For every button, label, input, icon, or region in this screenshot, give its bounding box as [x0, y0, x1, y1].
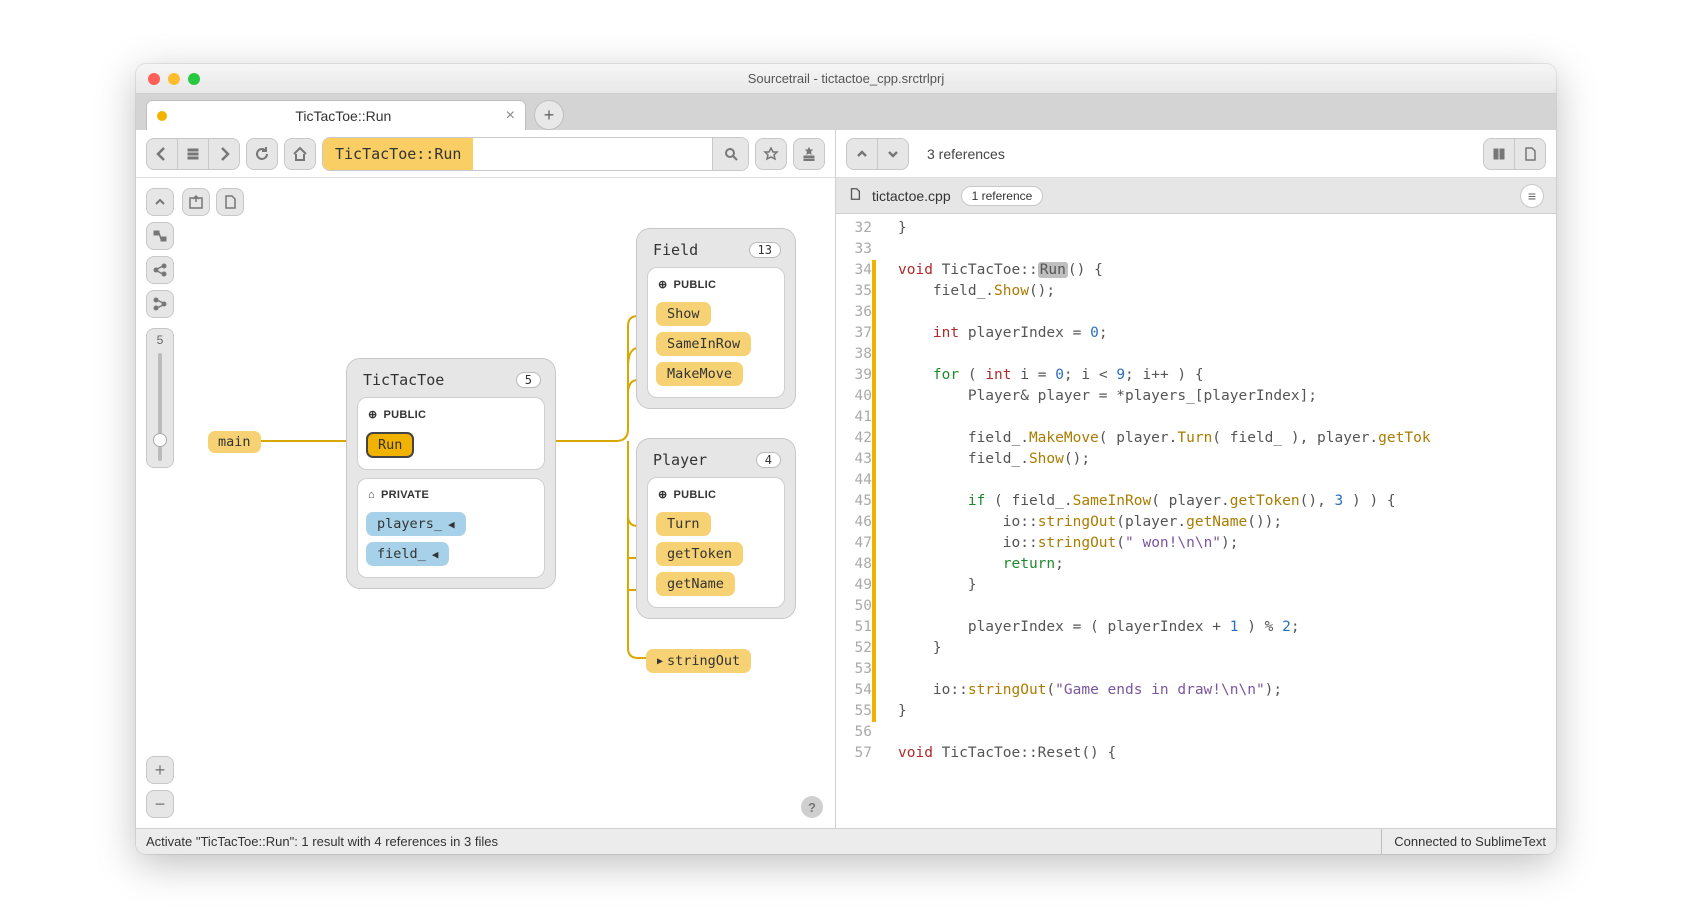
tab-indicator-icon: [157, 111, 167, 121]
globe-icon: ⊕: [658, 488, 668, 501]
back-button[interactable]: [146, 138, 178, 170]
file-name[interactable]: tictactoe.cpp: [872, 188, 951, 204]
window-title: Sourcetrail - tictactoe_cpp.srctrlprj: [136, 71, 1556, 86]
code-view[interactable]: 3233343536373839404142434445464748495051…: [836, 214, 1556, 828]
minimize-window-button[interactable]: [168, 73, 180, 85]
graph-panel: TicTacToe::Run 5: [136, 130, 836, 828]
next-ref-button[interactable]: [877, 138, 909, 170]
titlebar: Sourcetrail - tictactoe_cpp.srctrlprj: [136, 64, 1556, 94]
bookmark-button[interactable]: [755, 138, 787, 170]
file-bar: tictactoe.cpp 1 reference ≡: [836, 178, 1556, 214]
code-toolbar: 3 references: [836, 130, 1556, 178]
graph: main TicTacToe 5 ⊕PUBLIC Run: [136, 178, 835, 828]
close-window-button[interactable]: [148, 73, 160, 85]
section-private: ⌂PRIVATE players_◀ field_◀: [357, 478, 545, 578]
content: TicTacToe::Run 5: [136, 130, 1556, 854]
method-gettoken[interactable]: getToken: [656, 542, 743, 566]
section-public: ⊕PUBLIC Run: [357, 397, 545, 470]
search-box[interactable]: TicTacToe::Run: [322, 137, 749, 171]
zoom-window-button[interactable]: [188, 73, 200, 85]
node-badge: 13: [749, 242, 781, 258]
bookmarks-list-button[interactable]: [793, 138, 825, 170]
search-button[interactable]: [712, 138, 748, 170]
node-title: Player: [653, 451, 707, 469]
graph-node-field[interactable]: Field 13 ⊕PUBLIC Show SameInRow MakeMove: [636, 228, 796, 409]
file-menu-button[interactable]: ≡: [1520, 184, 1544, 208]
forward-button[interactable]: [208, 138, 240, 170]
node-title: Field: [653, 241, 698, 259]
method-turn[interactable]: Turn: [656, 512, 711, 536]
section-public: ⊕PUBLIC Turn getToken getName: [647, 477, 785, 608]
lock-icon: ⌂: [368, 489, 375, 501]
history-nav: [146, 138, 240, 170]
home-button[interactable]: [284, 138, 316, 170]
full-file-mode-button[interactable]: [1514, 138, 1546, 170]
status-bar: Activate "TicTacToe::Run": 1 result with…: [136, 828, 1556, 854]
graph-node-main[interactable]: main: [208, 431, 261, 453]
node-badge: 4: [756, 452, 781, 468]
file-icon: [848, 186, 862, 205]
graph-node-tictactoe[interactable]: TicTacToe 5 ⊕PUBLIC Run ⌂PRIVATE players…: [346, 358, 556, 589]
field-players[interactable]: players_◀: [366, 512, 466, 536]
node-badge: 5: [516, 372, 541, 388]
gutter: 3233343536373839404142434445464748495051…: [836, 214, 886, 828]
graph-node-stringout[interactable]: ▶stringOut: [646, 646, 751, 676]
tab-close-button[interactable]: ×: [506, 108, 515, 124]
app-window: Sourcetrail - tictactoe_cpp.srctrlprj Ti…: [136, 64, 1556, 854]
field-field[interactable]: field_◀: [366, 542, 449, 566]
method-getname[interactable]: getName: [656, 572, 735, 596]
prev-ref-button[interactable]: [846, 138, 878, 170]
method-run[interactable]: Run: [366, 432, 414, 458]
method-makemove[interactable]: MakeMove: [656, 362, 743, 386]
file-ref-chip: 1 reference: [961, 186, 1044, 206]
method-sameinrow[interactable]: SameInRow: [656, 332, 751, 356]
code-body[interactable]: }void TicTacToe::Run() { field_.Show(); …: [886, 214, 1556, 828]
references-count: 3 references: [927, 146, 1005, 162]
tab-active[interactable]: TicTacToe::Run ×: [146, 100, 526, 130]
status-right: Connected to SublimeText: [1381, 829, 1546, 854]
graph-node-player[interactable]: Player 4 ⊕PUBLIC Turn getToken getName: [636, 438, 796, 619]
refresh-button[interactable]: [246, 138, 278, 170]
tab-add-button[interactable]: +: [534, 100, 564, 130]
section-public: ⊕PUBLIC Show SameInRow MakeMove: [647, 267, 785, 398]
method-show[interactable]: Show: [656, 302, 711, 326]
code-panel: 3 references tictactoe.cpp 1 reference ≡…: [836, 130, 1556, 828]
globe-icon: ⊕: [368, 408, 378, 421]
search-query: TicTacToe::Run: [323, 138, 473, 170]
node-title: TicTacToe: [363, 371, 444, 389]
status-left: Activate "TicTacToe::Run": 1 result with…: [146, 834, 498, 849]
globe-icon: ⊕: [658, 278, 668, 291]
graph-toolbar: TicTacToe::Run: [136, 130, 835, 178]
history-list-button[interactable]: [177, 138, 209, 170]
panels: TicTacToe::Run 5: [136, 130, 1556, 828]
tabstrip: TicTacToe::Run × +: [136, 94, 1556, 130]
tab-label: TicTacToe::Run: [181, 108, 506, 124]
snippet-mode-button[interactable]: [1483, 138, 1515, 170]
graph-canvas[interactable]: 5 + − ?: [136, 178, 835, 828]
traffic-lights: [148, 73, 200, 85]
